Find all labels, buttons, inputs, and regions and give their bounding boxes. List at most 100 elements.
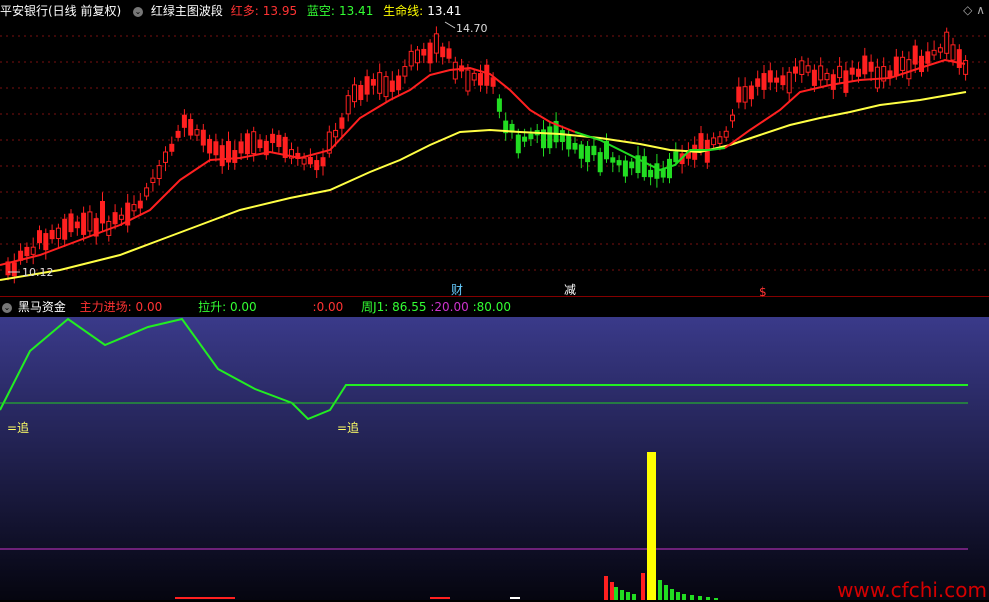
small-bar bbox=[626, 592, 630, 600]
level-20-value: 20.00 bbox=[434, 300, 469, 314]
candle-body bbox=[950, 44, 956, 61]
candle-body bbox=[137, 200, 143, 209]
small-bar bbox=[632, 594, 636, 600]
small-bar bbox=[620, 590, 624, 600]
candle-body bbox=[774, 77, 780, 83]
candle-body bbox=[219, 145, 225, 167]
candle-body bbox=[433, 33, 439, 54]
candle-body bbox=[37, 230, 42, 244]
candle-body bbox=[824, 72, 830, 81]
candle-body bbox=[238, 141, 244, 154]
candle-body bbox=[150, 177, 156, 184]
main-entry-label: 主力进场: bbox=[79, 300, 132, 314]
candle-body bbox=[585, 145, 591, 163]
candle-body bbox=[919, 55, 924, 73]
candle-body bbox=[868, 61, 874, 72]
marker-cai: 财 bbox=[451, 283, 463, 297]
candle-body bbox=[786, 71, 792, 94]
price-chart[interactable]: 14.70 10.12 财 减 $ bbox=[0, 0, 989, 297]
candle-body bbox=[213, 141, 219, 156]
indicator-chart[interactable]: =追 =追 bbox=[0, 297, 989, 600]
candle-body bbox=[100, 201, 105, 224]
candle-body bbox=[370, 79, 376, 86]
small-bar bbox=[690, 595, 694, 600]
chase-label-2: =追 bbox=[337, 420, 359, 435]
candle-body bbox=[408, 50, 414, 67]
chase-label-1: =追 bbox=[7, 420, 29, 435]
candle-body bbox=[333, 129, 339, 138]
candle-body bbox=[818, 65, 824, 81]
indicator-title[interactable]: 黑马资金 bbox=[18, 300, 66, 314]
candle-body bbox=[446, 48, 452, 59]
candle-body bbox=[730, 114, 735, 122]
candle-body bbox=[352, 84, 357, 103]
candle-body bbox=[396, 75, 402, 91]
candle-body bbox=[654, 163, 660, 179]
candle-body bbox=[578, 144, 584, 159]
weekly-j-value: 86.55 bbox=[392, 300, 427, 314]
candle-body bbox=[62, 218, 68, 240]
candle-body bbox=[232, 150, 238, 163]
small-bar bbox=[641, 573, 645, 600]
small-bar bbox=[670, 589, 674, 600]
small-bar bbox=[604, 576, 608, 600]
candle-body bbox=[616, 160, 622, 166]
candle-body bbox=[270, 133, 276, 144]
candle-body bbox=[55, 227, 61, 240]
candle-body bbox=[956, 49, 962, 68]
candle-body bbox=[893, 56, 899, 76]
candle-body bbox=[717, 136, 723, 144]
candle-body bbox=[522, 136, 528, 142]
candle-body bbox=[711, 137, 717, 146]
life-line bbox=[0, 91, 967, 281]
candle-body bbox=[24, 246, 30, 257]
candle-body bbox=[496, 98, 502, 112]
candle-body bbox=[490, 77, 496, 87]
candle-body bbox=[30, 246, 36, 255]
candle-body bbox=[767, 70, 773, 83]
candle-body bbox=[478, 73, 483, 86]
candle-body bbox=[622, 160, 628, 177]
candle-body bbox=[276, 134, 282, 147]
pullup-value: 0.00 bbox=[229, 300, 257, 314]
candle-body bbox=[673, 151, 679, 163]
candle-body bbox=[566, 134, 572, 150]
candle-body bbox=[377, 72, 383, 94]
small-bar bbox=[676, 592, 680, 600]
candle-body bbox=[358, 84, 364, 101]
candle-body bbox=[559, 130, 565, 143]
candle-body bbox=[931, 49, 937, 56]
candle-body bbox=[383, 76, 389, 98]
candle-body bbox=[49, 229, 55, 240]
candle-body bbox=[874, 66, 880, 89]
weekly-j-label: 周J1: bbox=[361, 300, 389, 314]
small-bar bbox=[698, 596, 702, 600]
candle-body bbox=[43, 233, 49, 251]
candle-body bbox=[925, 51, 931, 64]
candle-body bbox=[163, 151, 168, 163]
candle-body bbox=[830, 74, 836, 90]
candle-body bbox=[200, 129, 206, 146]
candle-body bbox=[912, 45, 918, 65]
candle-body bbox=[339, 117, 345, 129]
candle-body bbox=[389, 80, 395, 92]
candle-body bbox=[937, 47, 943, 53]
main-entry-value: 0.00 bbox=[135, 300, 163, 314]
candle-body bbox=[131, 204, 137, 212]
small-bar bbox=[658, 580, 662, 600]
candlesticks bbox=[5, 26, 969, 284]
candle-body bbox=[906, 59, 912, 80]
eye-icon[interactable]: ⌄ bbox=[2, 302, 12, 313]
candle-body bbox=[667, 158, 672, 179]
candle-body bbox=[427, 42, 433, 64]
candle-body bbox=[736, 86, 742, 103]
candle-body bbox=[629, 161, 635, 169]
item3-value: 0.00 bbox=[316, 300, 344, 314]
candle-body bbox=[314, 160, 320, 171]
pullup-label: 拉升: bbox=[198, 300, 227, 314]
marker-dollar: $ bbox=[759, 285, 767, 297]
candle-body bbox=[723, 130, 729, 138]
candle-body bbox=[402, 66, 408, 77]
baseline-tick bbox=[175, 597, 235, 599]
candle-body bbox=[811, 69, 817, 86]
